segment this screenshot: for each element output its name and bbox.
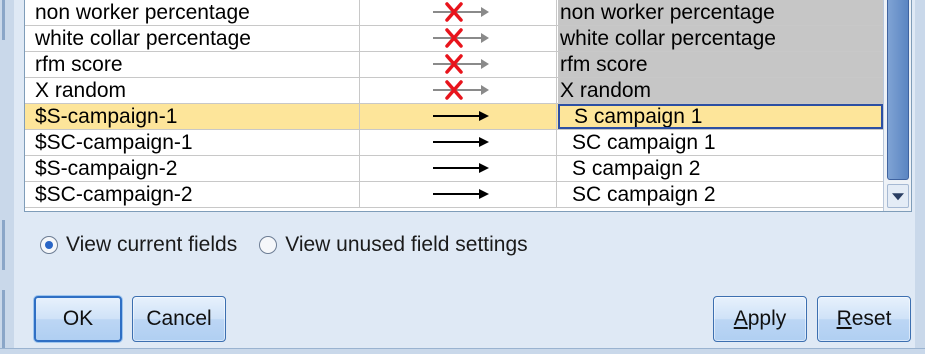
view-unused-radio[interactable] <box>259 236 278 254</box>
filtered-arrow-icon <box>432 28 489 48</box>
window-right-border <box>915 0 925 354</box>
table-row[interactable]: $S-campaign-1 S campaign 1 <box>25 104 883 130</box>
filter-toggle-cell[interactable] <box>361 78 557 103</box>
filter-toggle-cell[interactable] <box>361 130 557 155</box>
filtered-arrow-icon <box>432 2 489 22</box>
filter-toggle-cell[interactable] <box>361 156 557 181</box>
border-stripe <box>2 0 5 40</box>
table-row[interactable]: rfm score rfm score <box>25 52 883 78</box>
field-name-cell: non worker percentage <box>25 0 360 25</box>
border-stripe <box>2 290 5 350</box>
apply-mnemonic: A <box>733 307 748 330</box>
field-rename-cell[interactable]: S campaign 1 <box>558 104 883 129</box>
chevron-down-icon <box>892 193 904 201</box>
field-name-cell: $SC-campaign-1 <box>25 130 360 155</box>
field-name-cell: $S-campaign-2 <box>25 156 360 181</box>
filter-toggle-cell[interactable] <box>361 104 557 129</box>
table-row[interactable]: white collar percentage white collar perc… <box>25 26 883 52</box>
scrollbar-thumb[interactable] <box>887 0 909 180</box>
field-name-cell: rfm score <box>25 52 360 77</box>
apply-label: pply <box>747 307 787 330</box>
scroll-down-button[interactable] <box>887 184 909 208</box>
view-options: View current fields View unused field se… <box>40 230 550 260</box>
table-row[interactable]: $S-campaign-2 S campaign 2 <box>25 156 883 182</box>
field-rename-cell[interactable]: rfm score <box>558 52 883 77</box>
field-name-cell: X random <box>25 78 360 103</box>
window-left-border <box>0 0 14 354</box>
border-stripe <box>2 220 5 270</box>
filtered-arrow-icon <box>432 80 489 100</box>
field-name-cell: white collar percentage <box>25 26 360 51</box>
pass-arrow-icon <box>432 163 489 173</box>
field-name-cell: $S-campaign-1 <box>25 104 360 129</box>
filter-toggle-cell[interactable] <box>361 52 557 77</box>
field-rename-cell[interactable]: SC campaign 2 <box>558 182 883 207</box>
table-row[interactable]: $SC-campaign-2 SC campaign 2 <box>25 182 883 208</box>
cancel-button[interactable]: Cancel <box>132 296 226 342</box>
field-rename-cell[interactable]: S campaign 2 <box>558 156 883 181</box>
field-rename-cell[interactable]: white collar percentage <box>558 26 883 51</box>
window-bottom-border <box>0 348 925 354</box>
table-row[interactable]: $SC-campaign-1 SC campaign 1 <box>25 130 883 156</box>
reset-mnemonic: R <box>836 307 852 330</box>
view-current-label[interactable]: View current fields <box>66 233 237 257</box>
field-rename-cell[interactable]: non worker percentage <box>558 0 883 25</box>
reset-label: eset <box>851 307 892 330</box>
filter-toggle-cell[interactable] <box>361 26 557 51</box>
field-name-cell: $SC-campaign-2 <box>25 182 360 207</box>
table-row[interactable]: X random X random <box>25 78 883 104</box>
filter-toggle-cell[interactable] <box>361 0 557 25</box>
fields-table: non worker percentage non worker percenta… <box>24 0 912 212</box>
filter-toggle-cell[interactable] <box>361 182 557 207</box>
pass-arrow-icon <box>432 111 489 121</box>
view-unused-label[interactable]: View unused field settings <box>285 233 527 257</box>
pass-arrow-icon <box>432 189 489 199</box>
filtered-arrow-icon <box>432 54 489 74</box>
field-rename-cell[interactable]: X random <box>558 78 883 103</box>
reset-button[interactable]: Reset <box>817 296 911 342</box>
ok-button[interactable]: OK <box>34 296 122 342</box>
pass-arrow-icon <box>432 137 489 147</box>
view-current-radio[interactable] <box>40 236 58 254</box>
field-rename-cell[interactable]: SC campaign 1 <box>558 130 883 155</box>
table-row[interactable]: non worker percentage non worker percenta… <box>25 0 883 26</box>
vertical-scrollbar[interactable] <box>883 0 911 211</box>
apply-button[interactable]: Apply <box>713 296 807 342</box>
